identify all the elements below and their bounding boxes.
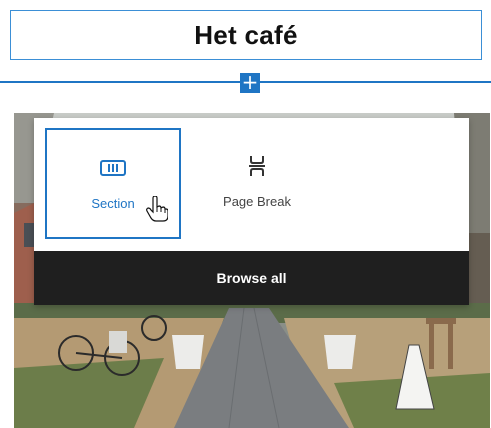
hand-cursor-icon: [146, 195, 169, 227]
page-break-label: Page Break: [223, 194, 291, 209]
heading-block[interactable]: Het café: [10, 10, 482, 60]
section-icon: [100, 158, 126, 178]
browse-all-button[interactable]: Browse all: [34, 251, 469, 305]
block-option-page-break[interactable]: Page Break: [189, 128, 325, 239]
page-break-icon: [249, 156, 265, 176]
block-inserter-popover: Section Page Break Browse all: [34, 118, 469, 305]
add-block-button[interactable]: +: [240, 72, 260, 93]
section-label: Section: [91, 196, 135, 211]
